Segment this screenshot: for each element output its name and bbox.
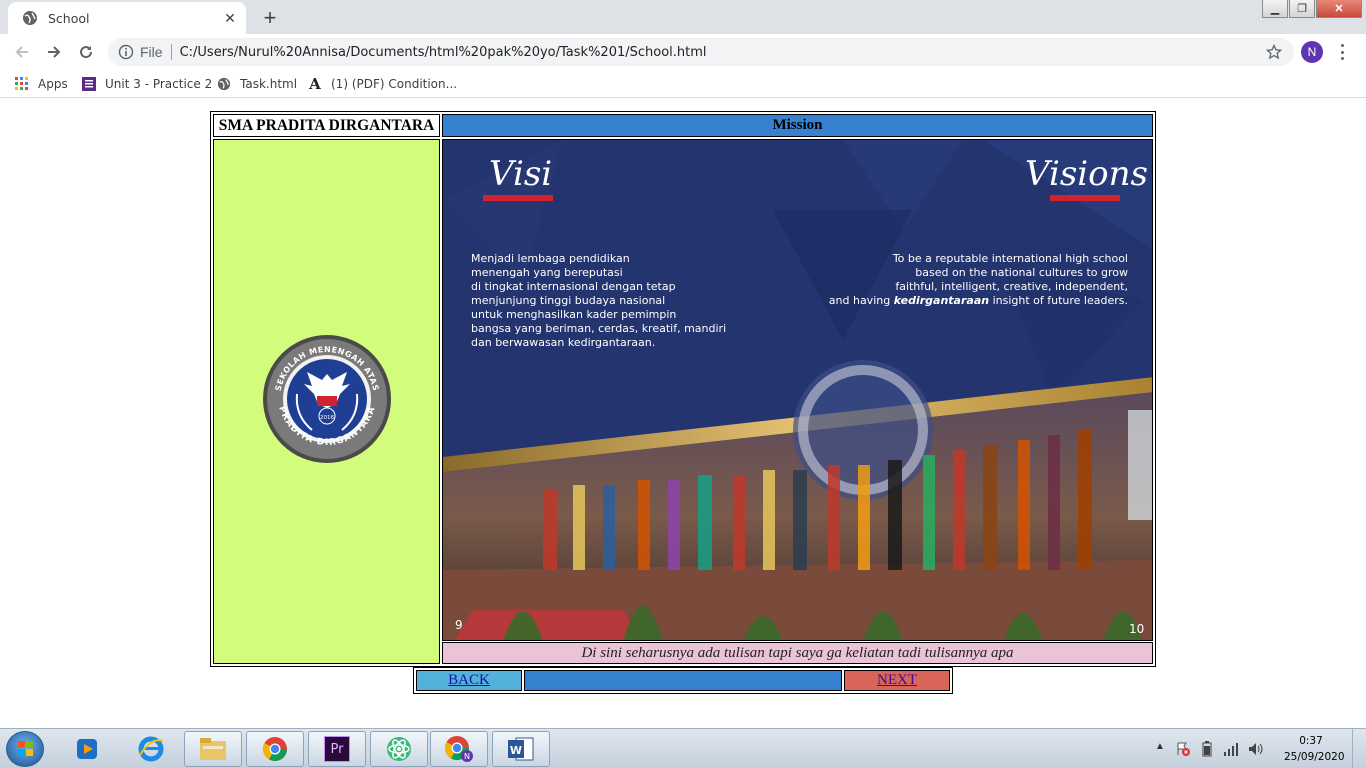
globe-icon [23, 11, 37, 25]
chrome-profile-icon[interactable]: N [430, 731, 488, 767]
logo-year: 2016 [320, 415, 334, 421]
premiere-pro-label: Pr [324, 736, 350, 762]
visions-line: faithful, intelligent, creative, indepen… [895, 280, 1128, 293]
nav-spacer-cell [524, 670, 842, 691]
mission-header: Mission [442, 114, 1153, 137]
visi-line: menengah yang bereputasi [471, 266, 623, 279]
internet-explorer-icon[interactable] [122, 731, 180, 767]
visions-line: based on the national cultures to grow [915, 266, 1128, 279]
tab-title: School [48, 10, 90, 26]
word-icon[interactable]: W [492, 731, 550, 767]
visions-last-line-start: and having [828, 294, 894, 307]
clock-time: 0:37 [1299, 735, 1323, 747]
svg-text:W: W [510, 744, 522, 757]
visions-underline [1050, 195, 1120, 201]
scheme-label: File [140, 44, 163, 60]
back-nav-button[interactable] [10, 40, 34, 64]
bookmark-label: Apps [38, 77, 68, 91]
visi-line: Menjadi lembaga pendidikan [471, 252, 630, 265]
bookmark-task[interactable]: Task.html [216, 76, 297, 92]
back-link[interactable]: BACK [448, 672, 490, 689]
volume-icon[interactable] [1247, 741, 1265, 757]
visi-underline [483, 195, 553, 201]
profile-avatar[interactable]: N [1301, 41, 1323, 63]
academia-a-icon: A [309, 75, 321, 93]
windows-logo-icon [18, 741, 33, 756]
battery-icon[interactable] [1201, 741, 1213, 757]
logo-cell: SEKOLAH MENENGAH ATAS PRADITA DIRGANTARA… [213, 139, 440, 664]
browser-tab[interactable]: School ✕ [8, 2, 246, 34]
bookmark-unit3[interactable]: Unit 3 - Practice 2 [81, 76, 212, 92]
url-text[interactable]: C:/Users/Nurul%20Annisa/Documents/html%2… [180, 45, 1294, 60]
chrome-icon[interactable] [246, 731, 304, 767]
start-button[interactable] [6, 731, 44, 767]
bookmark-apps[interactable]: Apps [14, 76, 68, 92]
bookmark-label: Task.html [240, 77, 298, 91]
visi-paragraph: Menjadi lembaga pendidikan menengah yang… [471, 252, 771, 350]
arrow-right-icon [48, 46, 61, 58]
apps-grid-icon [14, 76, 30, 92]
caption-cell: Di sini seharusnya ada tulisan tapi saya… [442, 642, 1153, 664]
navigation-table: BACK NEXT [413, 667, 953, 694]
visi-line: dan berwawasan kedirgantaraan. [471, 336, 656, 349]
reload-button[interactable] [74, 40, 98, 64]
browser-toolbar: File C:/Users/Nurul%20Annisa/Documents/h… [0, 34, 1366, 70]
restore-window-button[interactable]: ❐ [1289, 0, 1315, 18]
svg-text:N: N [464, 752, 470, 761]
bookmark-label: (1) (PDF) Condition... [331, 77, 458, 91]
school-name-header: SMA PRADITA DIRGANTARA [213, 114, 440, 137]
forward-nav-button[interactable] [42, 40, 66, 64]
visi-line: untuk menghasilkan kader pemimpin [471, 308, 677, 321]
system-clock[interactable]: 0:37 25/09/2020 [1284, 733, 1345, 765]
windows-taskbar: Pr N W ▲ 0:37 25/09/2020 [0, 728, 1366, 768]
visions-line: and having kedirgantaraan insight of fut… [813, 294, 1128, 308]
atom-icon[interactable] [370, 731, 428, 767]
minimize-window-button[interactable]: ▁ [1262, 0, 1288, 18]
visions-last-line-end: insight of future leaders. [989, 294, 1128, 307]
document-list-icon [81, 76, 97, 92]
network-signal-icon[interactable] [1223, 741, 1239, 757]
close-window-button[interactable]: ✕ [1316, 0, 1362, 18]
tab-strip: School ✕ + ▁ ❐ ✕ [0, 0, 1366, 34]
slide-page-left: 9 [455, 618, 463, 632]
next-cell: NEXT [844, 670, 950, 691]
file-explorer-icon[interactable] [184, 731, 242, 767]
bookmark-star-icon[interactable] [1266, 44, 1282, 60]
layout-table: SMA PRADITA DIRGANTARA Mission SEKOLAH M… [210, 111, 1156, 667]
next-link[interactable]: NEXT [877, 672, 917, 689]
visions-line: To be a reputable international high sch… [892, 252, 1128, 265]
tray-expand-icon[interactable]: ▲ [1155, 741, 1165, 752]
visions-paragraph: To be a reputable international high sch… [813, 252, 1128, 308]
visions-title: Visions [1025, 154, 1148, 194]
bookmark-label: Unit 3 - Practice 2 [105, 77, 213, 91]
close-tab-icon[interactable]: ✕ [222, 10, 238, 26]
back-cell: BACK [416, 670, 522, 691]
address-bar[interactable]: File C:/Users/Nurul%20Annisa/Documents/h… [108, 38, 1294, 66]
menu-kebab-icon[interactable] [1338, 44, 1346, 60]
bookmark-pdf[interactable]: A (1) (PDF) Condition... [307, 75, 458, 93]
reload-icon [80, 46, 93, 59]
premiere-pro-icon[interactable]: Pr [308, 731, 366, 767]
visi-line: bangsa yang beriman, cerdas, kreatif, ma… [471, 322, 727, 335]
school-logo: SEKOLAH MENENGAH ATAS PRADITA DIRGANTARA… [263, 335, 391, 463]
bookmarks-bar: Apps Unit 3 - Practice 2 Task.html A (1)… [0, 70, 1366, 98]
slide-page-right: 10 [1129, 622, 1145, 636]
slide-background [443, 140, 1152, 640]
globe-icon [216, 76, 232, 92]
mission-slide: Visi Visions Menjadi lembaga pendidikan … [442, 139, 1153, 641]
clock-date: 25/09/2020 [1284, 751, 1345, 763]
new-tab-button[interactable]: + [258, 6, 282, 30]
visi-line: di tingkat internasional dengan tetap [471, 280, 676, 293]
action-center-flag-icon[interactable] [1175, 741, 1191, 757]
show-desktop-button[interactable] [1352, 729, 1366, 768]
visions-emphasis: kedirgantaraan [893, 294, 990, 307]
omnibox-divider [170, 44, 172, 60]
visi-line: menjunjung tinggi budaya nasional [471, 294, 666, 307]
info-icon[interactable] [118, 44, 134, 60]
windows-media-player-icon[interactable] [58, 731, 116, 767]
visi-title: Visi [489, 154, 553, 194]
arrow-left-icon [15, 46, 28, 58]
